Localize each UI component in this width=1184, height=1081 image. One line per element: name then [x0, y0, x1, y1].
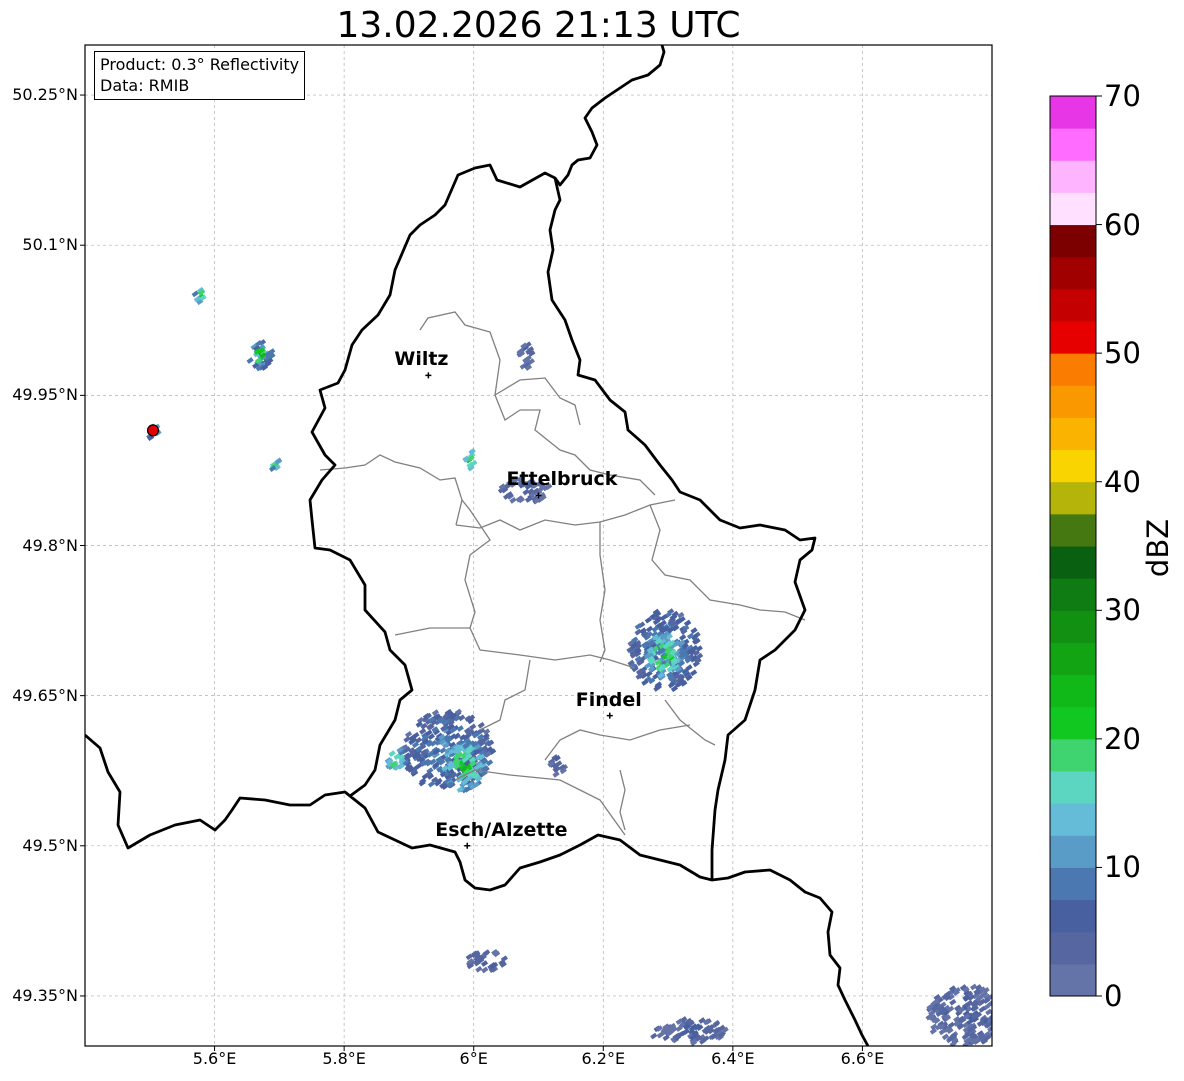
colorbar-segment: [1050, 224, 1096, 258]
colorbar-segment: [1050, 931, 1096, 965]
colorbar-segment: [1050, 449, 1096, 483]
colorbar-segment: [1050, 771, 1096, 804]
colorbar-tick-label: 30: [1104, 593, 1141, 628]
colorbar-segment: [1050, 256, 1096, 290]
colorbar-tick-label: 10: [1104, 850, 1141, 885]
colorbar-segment: [1050, 963, 1096, 997]
colorbar-tick-marks: [1096, 95, 1102, 997]
colorbar: [1049, 95, 1102, 997]
colorbar-segment: [1050, 353, 1096, 386]
colorbar-segment: [1050, 546, 1096, 579]
colorbar-segment: [1050, 867, 1096, 901]
colorbar-tick-label: 60: [1104, 207, 1141, 242]
colorbar-segment: [1050, 96, 1096, 129]
colorbar-tick-label: 0: [1104, 979, 1123, 1013]
colorbar-tick-label: 70: [1104, 79, 1141, 113]
colorbar-segment: [1050, 160, 1096, 193]
colorbar-segment: [1050, 706, 1096, 740]
colorbar-segment: [1050, 128, 1096, 161]
colorbar-tick-label: 50: [1104, 336, 1141, 371]
colorbar-segment: [1050, 899, 1096, 933]
colorbar-segment: [1050, 192, 1096, 226]
colorbar-tick-label: 40: [1104, 464, 1141, 499]
colorbar-segment: [1050, 674, 1096, 708]
colorbar-segment: [1050, 835, 1096, 868]
colorbar-segment: [1050, 481, 1096, 515]
colorbar-segment: [1050, 738, 1096, 772]
colorbar-segment: [1050, 417, 1096, 451]
colorbar-segment: [1050, 385, 1096, 418]
colorbar-segments: [1050, 96, 1096, 997]
colorbar-segment: [1050, 578, 1096, 611]
colorbar-segment: [1050, 610, 1096, 643]
colorbar-segment: [1050, 321, 1096, 354]
colorbar-tick-label: 20: [1104, 721, 1141, 756]
colorbar-label: dBZ: [1141, 518, 1175, 578]
colorbar-segment: [1050, 288, 1096, 322]
colorbar-segment: [1050, 803, 1096, 836]
colorbar-segment: [1050, 642, 1096, 676]
colorbar-segment: [1050, 513, 1096, 547]
